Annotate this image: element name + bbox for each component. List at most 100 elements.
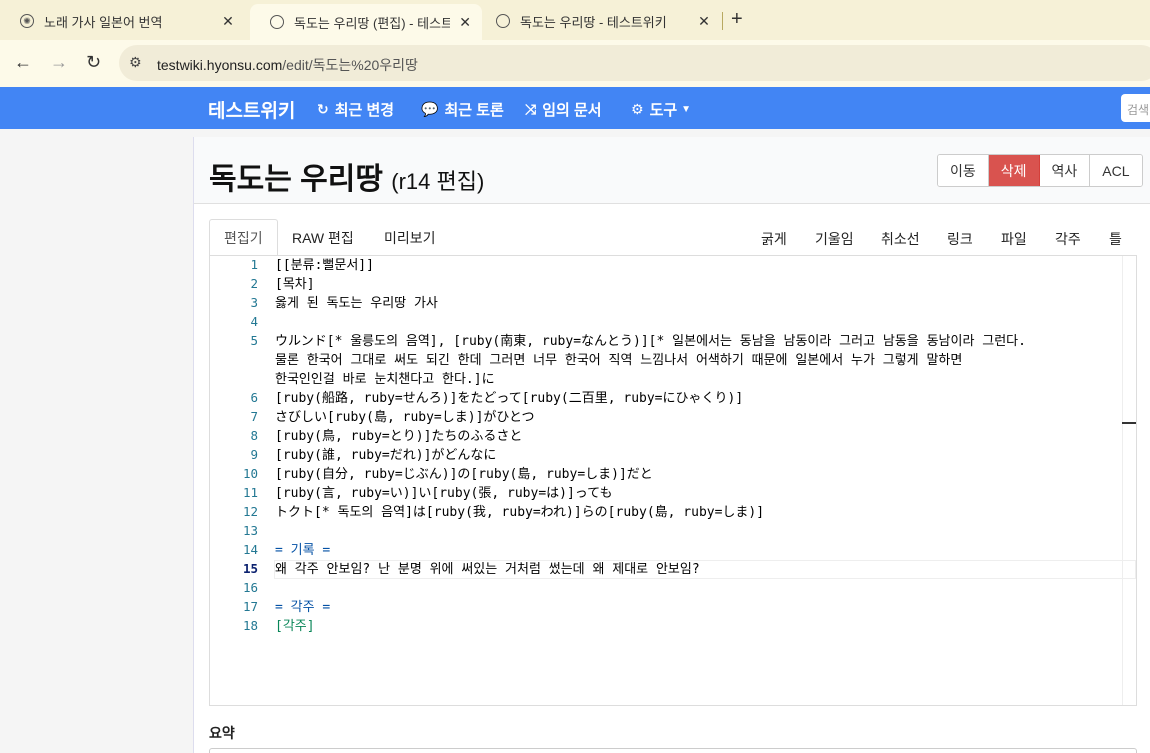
code-line: [목차] [275,277,315,292]
tab-divider [722,12,723,30]
line-number: 1 [250,257,258,272]
summary-label: 요약 [209,725,235,741]
nav-label: 최근 토론 [444,102,504,119]
browser-toolbar: ← → ↻ ⚙ testwiki.hyonsu.com/edit/독도는%20우… [0,40,1150,87]
code-line: [ruby(船路, ruby=せんろ)]をたどって[ruby(二百里, ruby… [275,391,744,406]
code-line: トクト[* 독도의 음역]は[ruby(我, ruby=われ)]らの[ruby(… [275,505,765,520]
tab-raw-edit[interactable]: RAW 편집 [278,219,368,256]
tab-editor[interactable]: 편집기 [209,219,278,257]
move-button[interactable]: 이동 [938,155,989,186]
code-line: [[분류:뻘문서]] [275,258,374,273]
summary-input[interactable] [209,748,1137,753]
code-line-wrapped: 물론 한국어 그대로 써도 되긴 한데 그러면 너무 한국어 직역 느낌나서 어… [275,353,963,368]
nav-tools-dropdown[interactable]: ⚙ 도구 ▼ [631,99,691,120]
globe-favicon-icon [496,14,510,28]
bold-button[interactable]: 굵게 [761,229,787,249]
line-number: 2 [250,276,258,291]
page-action-buttons: 이동 삭제 역사 ACL [937,154,1143,187]
link-button[interactable]: 링크 [947,229,973,249]
comments-icon: 💬 [421,101,439,117]
footnote-button[interactable]: 각주 [1055,229,1081,249]
site-settings-icon[interactable]: ⚙ [129,54,142,71]
nav-recent-changes[interactable]: ↻ 최근 변경 [317,99,394,120]
code-line: さびしい[ruby(島, ruby=しま)]がひとつ [275,410,535,425]
nav-label: 임의 문서 [542,102,602,119]
close-tab-icon[interactable]: ✕ [696,13,712,30]
tab-title: 독도는 우리땅 - 테스트위키 [520,14,667,30]
line-number: 3 [250,295,258,310]
line-number: 7 [250,409,258,424]
search-input[interactable]: 검색 [1121,94,1150,122]
line-number: 13 [242,523,258,538]
line-number: 4 [250,314,258,329]
url-text[interactable]: testwiki.hyonsu.com/edit/독도는%20우리땅 [157,55,418,75]
code-line: [ruby(鳥, ruby=とり)]たちのふるさと [275,429,523,444]
code-line: [각주] [275,619,315,634]
random-icon: ⤨ [525,101,537,117]
code-line: 옳게 된 독도는 우리땅 가사 [275,296,438,311]
tab-preview[interactable]: 미리보기 [370,219,450,256]
globe-favicon-icon [270,15,284,29]
wiki-brand[interactable]: 테스트위키 [208,96,295,123]
tab-title: 독도는 우리땅 (편집) - 테스트위키 [294,15,451,31]
browser-tab[interactable]: 독도는 우리땅 - 테스트위키 ✕ [476,6,722,36]
italic-button[interactable]: 기울임 [815,229,854,249]
browser-tab-active[interactable]: 독도는 우리땅 (편집) - 테스트위키 ✕ [250,4,482,40]
new-tab-button[interactable]: + [731,8,743,31]
code-line-heading: = 각주 = [275,600,331,615]
scroll-position-marker [1122,422,1136,424]
code-line-wrapped: 한국인인걸 바로 눈치챈다고 한다.]に [275,372,495,387]
nav-label: 도구 [649,102,678,119]
nav-random-page[interactable]: ⤨ 임의 문서 [525,99,602,120]
line-number: 12 [242,504,258,519]
close-tab-icon[interactable]: ✕ [220,13,236,30]
caret-down-icon: ▼ [681,104,692,115]
openai-favicon-icon: ✺ [20,14,34,28]
back-arrow-icon[interactable]: ← [14,52,32,73]
template-button[interactable]: 틀 [1109,229,1122,249]
code-line-current: 왜 각주 안보임? 난 분명 위에 써있는 거처럼 썼는데 왜 제대로 안보임? [275,562,700,577]
code-line: [ruby(自分, ruby=じぶん)]の[ruby(島, ruby=しま)]だ… [275,467,653,482]
line-number: 10 [242,466,258,481]
code-line-heading: = 기록 = [275,543,331,558]
code-editor[interactable]: 1 2 3 4 5 6 7 8 9 10 11 12 13 14 15 16 1… [209,255,1137,706]
wiki-navbar: 테스트위키 ↻ 최근 변경 💬 최근 토론 ⤨ 임의 문서 ⚙ 도구 ▼ 검색 [0,87,1150,129]
line-number: 17 [242,599,258,614]
delete-button[interactable]: 삭제 [988,155,1040,186]
gear-icon: ⚙ [631,101,644,117]
page-title: 독도는 우리땅 (r14 편집) [209,154,484,198]
strikethrough-button[interactable]: 취소선 [881,229,920,249]
code-line: ウルンド[* 울릉도의 음역], [ruby(南東, ruby=なんとう)][*… [275,334,1026,349]
line-number: 14 [242,542,258,557]
line-number: 18 [242,618,258,633]
close-tab-icon[interactable]: ✕ [458,14,472,31]
url-host: testwiki.hyonsu.com [157,57,283,73]
code-line: [ruby(誰, ruby=だれ)]がどんなに [275,448,497,463]
browser-tab-strip: ✺ 노래 가사 일본어 번역 ✕ 독도는 우리땅 (편집) - 테스트위키 ✕ … [0,0,1150,40]
page-subtitle: (r14 편집) [391,169,485,194]
line-number: 11 [242,485,258,500]
line-number-gutter: 1 2 3 4 5 6 7 8 9 10 11 12 13 14 15 16 1… [210,256,260,705]
line-number: 9 [250,447,258,462]
nav-label: 최근 변경 [334,102,395,119]
editor-tabs: 편집기 RAW 편집 미리보기 굵게 기울임 취소선 링크 파일 각주 틀 [209,219,1137,257]
reload-icon[interactable]: ↻ [86,52,101,73]
address-bar[interactable]: ⚙ testwiki.hyonsu.com/edit/독도는%20우리땅 [119,45,1150,81]
refresh-icon: ↻ [317,101,329,117]
browser-tab[interactable]: ✺ 노래 가사 일본어 번역 ✕ [0,6,246,36]
forward-arrow-icon[interactable]: → [50,52,68,73]
page-title-text: 독도는 우리땅 [209,163,383,196]
editor-scrollbar[interactable] [1122,256,1136,705]
line-number-current: 15 [242,561,258,576]
tab-title: 노래 가사 일본어 번역 [44,14,163,30]
nav-recent-discussions[interactable]: 💬 최근 토론 [421,99,504,120]
acl-button[interactable]: ACL [1090,155,1142,186]
line-number: 16 [242,580,258,595]
line-number: 8 [250,428,258,443]
url-path: /edit/독도는%20우리땅 [282,57,418,73]
line-number: 6 [250,390,258,405]
line-number: 5 [250,333,258,348]
code-line: [ruby(言, ruby=い)]い[ruby(張, ruby=は)]っても [275,486,613,501]
file-button[interactable]: 파일 [1001,229,1027,249]
history-button[interactable]: 역사 [1039,155,1091,186]
